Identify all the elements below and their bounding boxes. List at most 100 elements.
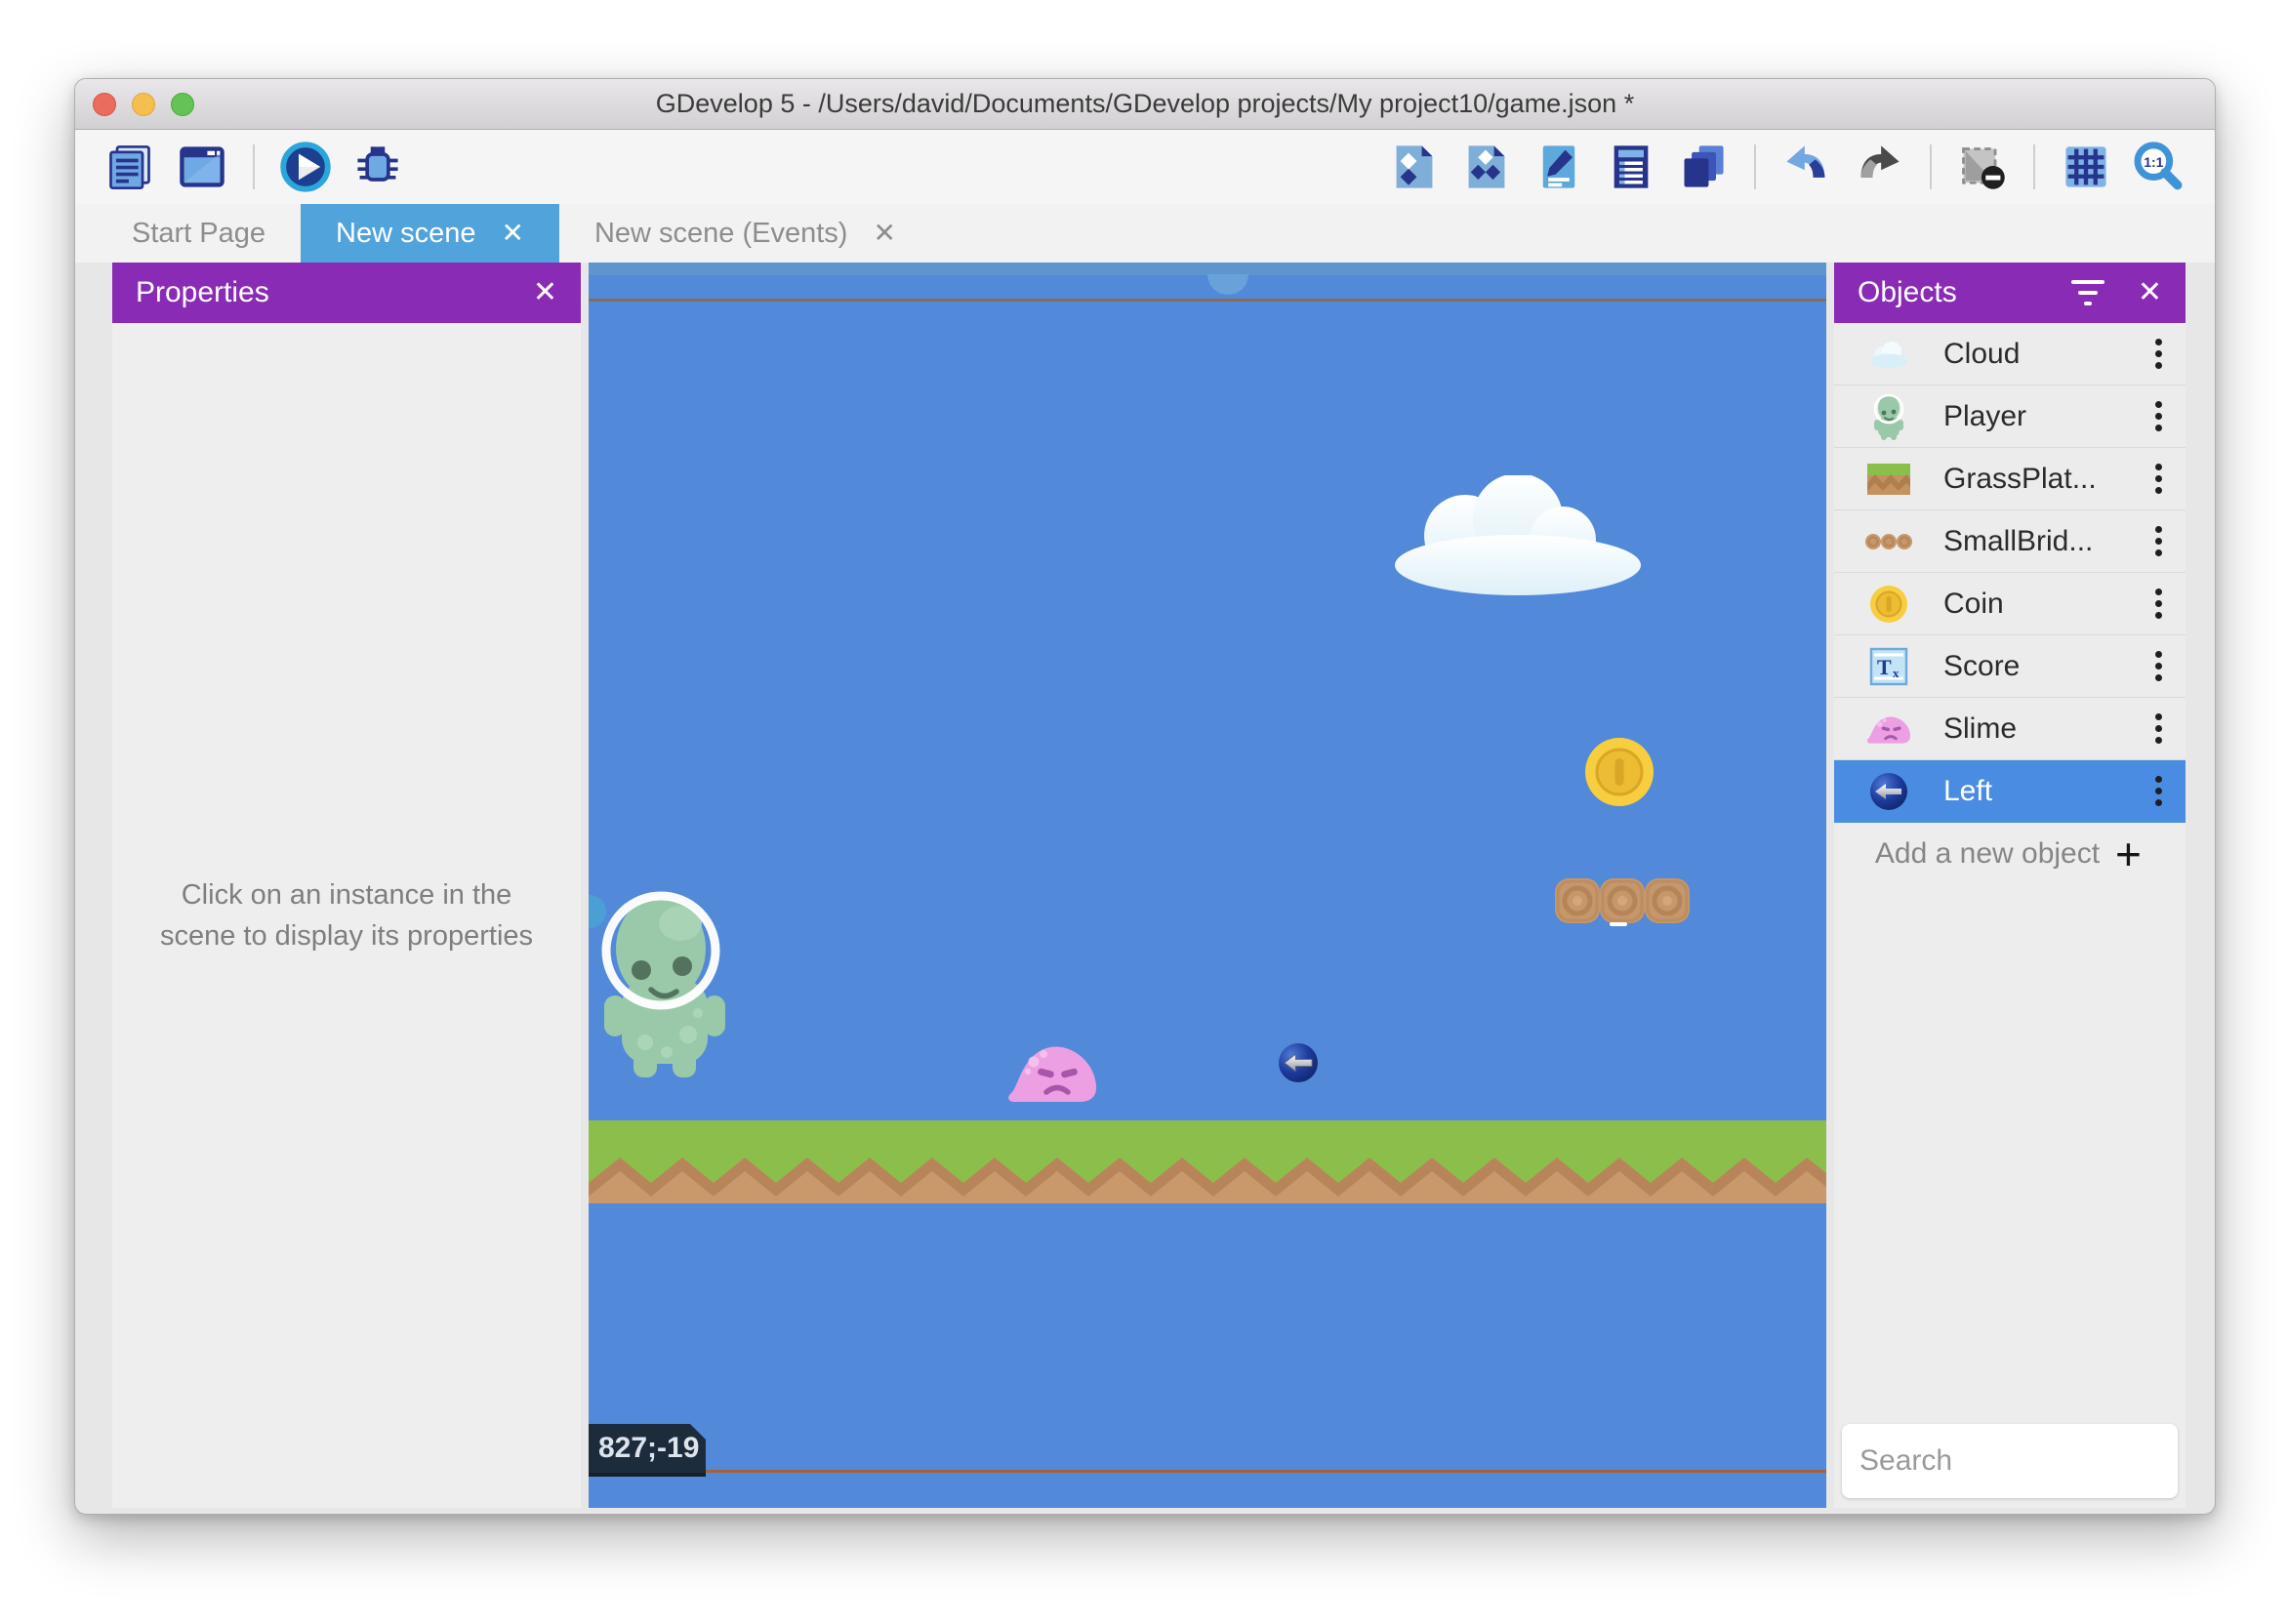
render-options-icon[interactable] (1951, 136, 2014, 198)
close-icon[interactable]: ✕ (502, 220, 524, 247)
debug-icon[interactable] (347, 136, 409, 198)
add-object-row[interactable]: Add a new object + (1834, 823, 2186, 885)
object-row-score[interactable]: T x Score (1834, 635, 2186, 698)
objects-header: Objects ✕ (1834, 263, 2186, 323)
plus-icon[interactable]: + (2115, 828, 2186, 880)
minimize-window-button[interactable] (132, 93, 155, 116)
app-window: GDevelop 5 - /Users/david/Documents/GDev… (74, 78, 2216, 1515)
close-icon[interactable]: ✕ (533, 278, 557, 307)
properties-title: Properties (136, 276, 269, 309)
kebab-menu-icon[interactable] (2131, 663, 2186, 670)
preview-window-icon[interactable] (171, 136, 233, 198)
kebab-menu-icon[interactable] (2131, 600, 2186, 607)
kebab-menu-icon[interactable] (2131, 788, 2186, 794)
tab-bar: Start Page New scene ✕ New scene (Events… (75, 204, 2215, 263)
properties-panel: Properties ✕ Click on an instance in the… (112, 263, 581, 1508)
undo-icon[interactable] (1776, 136, 1838, 198)
player-icon (1834, 392, 1943, 441)
zoom-1-1-icon[interactable]: 1:1 (2127, 136, 2189, 198)
cloud-instance[interactable] (1391, 475, 1643, 596)
object-row-grassplatform[interactable]: GrassPlat... (1834, 448, 2186, 510)
edit-objects-icon[interactable] (1455, 136, 1518, 198)
kebab-menu-icon[interactable] (2131, 725, 2186, 732)
object-row-coin[interactable]: Coin (1834, 573, 2186, 635)
bridge-selection-mark (1610, 922, 1627, 926)
tab-label: New scene (336, 218, 475, 250)
objects-title: Objects (1858, 276, 1957, 309)
toolbar-separator (1930, 144, 1932, 189)
close-icon[interactable]: ✕ (2138, 278, 2162, 307)
svg-text:x: x (1893, 666, 1900, 680)
search-input[interactable] (1859, 1444, 2216, 1478)
properties-header: Properties ✕ (112, 263, 581, 323)
edit-properties-icon[interactable] (1528, 136, 1590, 198)
toolbar-separator (1754, 144, 1756, 189)
scene-boundary-top (589, 299, 1826, 302)
toolbar-separator (2033, 144, 2035, 189)
grass-platform-icon (1834, 461, 1943, 498)
player-instance[interactable] (598, 878, 729, 1081)
text-score-icon: T x (1834, 647, 1943, 686)
objects-search (1842, 1424, 2178, 1498)
tab-label: Start Page (132, 218, 266, 250)
toolbar-right-group: 1:1 (1383, 136, 2189, 198)
project-manager-icon[interactable] (99, 136, 161, 198)
small-bridge-icon (1834, 532, 1943, 551)
grass-platform-instance[interactable] (589, 1120, 1826, 1203)
coin-instance[interactable] (1584, 737, 1655, 807)
tab-start-page[interactable]: Start Page (97, 204, 301, 263)
object-row-smallbridge[interactable]: SmallBrid... (1834, 510, 2186, 573)
titlebar: GDevelop 5 - /Users/david/Documents/GDev… (75, 79, 2215, 130)
close-window-button[interactable] (93, 93, 116, 116)
left-button-icon (1834, 772, 1943, 811)
toolbar-left-group (99, 136, 409, 198)
window-title: GDevelop 5 - /Users/david/Documents/GDev… (75, 89, 2215, 119)
cursor-coordinates: 827;-19 (589, 1424, 706, 1477)
close-icon[interactable]: ✕ (873, 220, 895, 247)
instances-list-icon[interactable] (1600, 136, 1662, 198)
scene-boundary-bottom (589, 1470, 1826, 1473)
object-label: Score (1943, 650, 2131, 683)
object-row-player[interactable]: Player (1834, 386, 2186, 448)
objects-panel: Objects ✕ Cloud (1834, 263, 2186, 1508)
redo-icon[interactable] (1848, 136, 1910, 198)
slime-icon (1834, 713, 1943, 745)
svg-text:T: T (1877, 655, 1892, 679)
object-row-cloud[interactable]: Cloud (1834, 323, 2186, 386)
add-object-label: Add a new object (1834, 837, 2115, 871)
object-label: GrassPlat... (1943, 463, 2131, 496)
kebab-menu-icon[interactable] (2131, 538, 2186, 545)
cloud-icon (1834, 340, 1943, 369)
small-bridge-instance[interactable] (1555, 877, 1690, 924)
object-label: Left (1943, 775, 2131, 808)
properties-body: Click on an instance in the scene to dis… (112, 323, 581, 1508)
play-preview-icon[interactable] (274, 136, 337, 198)
zoom-window-button[interactable] (171, 93, 194, 116)
object-label: Slime (1943, 712, 2131, 746)
filter-icon[interactable] (2071, 280, 2104, 305)
object-label: Cloud (1943, 338, 2131, 371)
object-label: Player (1943, 400, 2131, 433)
traffic-lights (93, 93, 194, 116)
layers-icon[interactable] (1672, 136, 1735, 198)
svg-text:1:1: 1:1 (2144, 154, 2163, 170)
object-row-slime[interactable]: Slime (1834, 698, 2186, 760)
tab-new-scene[interactable]: New scene ✕ (301, 204, 559, 263)
selection-handle-top[interactable] (1207, 274, 1248, 295)
edit-scene-icon[interactable] (1383, 136, 1446, 198)
content-area: Properties ✕ Click on an instance in the… (75, 263, 2215, 1514)
objects-list: Cloud (1834, 323, 2186, 885)
kebab-menu-icon[interactable] (2131, 475, 2186, 482)
slime-instance[interactable] (1007, 1041, 1099, 1104)
toolbar-separator (253, 144, 255, 189)
tab-new-scene-events[interactable]: New scene (Events) ✕ (559, 204, 931, 263)
kebab-menu-icon[interactable] (2131, 350, 2186, 357)
grid-icon[interactable] (2055, 136, 2117, 198)
scene-canvas[interactable]: 827;-19 (589, 263, 1826, 1508)
kebab-menu-icon[interactable] (2131, 413, 2186, 420)
object-label: Coin (1943, 588, 2131, 621)
object-row-left[interactable]: Left (1834, 760, 2186, 823)
toolbar: 1:1 (75, 130, 2215, 204)
left-button-instance[interactable] (1279, 1043, 1318, 1082)
tab-label: New scene (Events) (594, 218, 848, 250)
